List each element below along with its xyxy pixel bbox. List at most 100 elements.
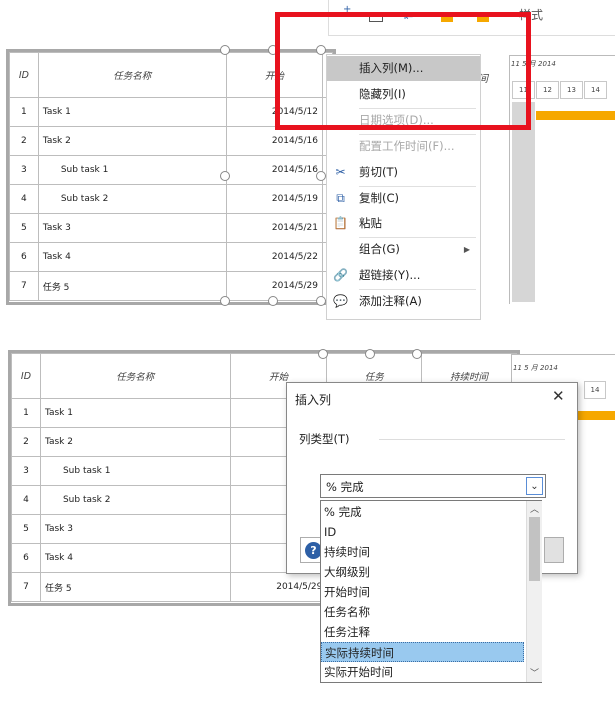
resize-handle[interactable] (412, 349, 422, 359)
cell-task-name[interactable]: Sub task 1 (37, 155, 227, 185)
table-row[interactable]: 6 Task 4 2014/5/22 (9, 242, 333, 272)
cell-task-name[interactable]: Task 4 (39, 543, 231, 573)
resize-handle[interactable] (365, 349, 375, 359)
header-id[interactable]: ID (9, 52, 39, 98)
copy-icon: ⧉ (336, 191, 345, 205)
menu-separator (359, 237, 476, 238)
cell-task-name[interactable]: Task 3 (39, 514, 231, 544)
context-menu-item[interactable]: 📋 粘贴 (327, 211, 480, 236)
cell-task-name[interactable]: Sub task 2 (37, 184, 227, 214)
dropdown-option[interactable]: 实际持续时间 (321, 642, 524, 662)
cell-id[interactable]: 1 (11, 398, 41, 428)
gantt-day: 14 (584, 81, 607, 99)
paste-icon: 📋 (333, 216, 348, 230)
dialog-button[interactable] (544, 537, 564, 563)
cell-start-date[interactable]: 2014/5/16 (225, 155, 324, 185)
cell-id[interactable]: 6 (9, 242, 39, 272)
cell-id[interactable]: 5 (9, 213, 39, 243)
context-menu-item-label: 组合(G) (359, 242, 400, 256)
cell-task-name[interactable]: Task 1 (37, 97, 227, 127)
context-menu-item[interactable]: 💬 添加注释(A) (327, 289, 480, 314)
context-menu-item-label: 超链接(Y)... (359, 268, 421, 282)
dropdown-option[interactable]: 持续时间 (321, 542, 524, 562)
resize-handle[interactable] (316, 171, 326, 181)
cell-start-date[interactable]: 2014/5/29 (229, 572, 328, 602)
context-menu-item-label: 配置工作时间(F)... (359, 139, 455, 153)
dropdown-option[interactable]: ID (321, 522, 524, 542)
cell-id[interactable]: 4 (11, 485, 41, 515)
table-row[interactable]: 4 Sub task 2 2014/5/19 (9, 184, 333, 214)
dropdown-option[interactable]: 任务注释 (321, 622, 524, 642)
context-menu-item[interactable]: 🔗 超链接(Y)... (327, 263, 480, 288)
context-menu-item-label: 粘贴 (359, 216, 382, 230)
context-menu-item[interactable]: ✂ 剪切(T) (327, 160, 480, 185)
cell-id[interactable]: 3 (11, 456, 41, 486)
menu-separator (359, 289, 476, 290)
cell-start-date[interactable]: 2014/5/19 (225, 184, 324, 214)
gantt-task-bar[interactable] (536, 111, 615, 120)
cell-id[interactable]: 7 (9, 271, 39, 301)
table-row[interactable]: 7 任务 5 2014/5/29 (9, 271, 333, 301)
scissors-icon: ✂ (335, 165, 346, 179)
table-row[interactable]: 3 Sub task 1 2014/5/16 (9, 155, 333, 185)
cell-start-date[interactable]: 2014/5/21 (225, 213, 324, 243)
gantt-weekend-column (512, 102, 535, 302)
cell-task-name[interactable]: Task 2 (37, 126, 227, 156)
cell-task-name[interactable]: Sub task 1 (39, 456, 231, 486)
menu-separator (359, 134, 476, 135)
header-task-name[interactable]: 任务名称 (39, 353, 231, 399)
resize-handle[interactable] (268, 296, 278, 306)
dropdown-option[interactable]: 实际开始时间 (321, 662, 524, 682)
gantt-day: 12 (536, 81, 559, 99)
cell-start-date[interactable]: 2014/5/16 (225, 126, 324, 156)
dropdown-option[interactable]: 开始时间 (321, 582, 524, 602)
dropdown-option[interactable]: 大纲级别 (321, 562, 524, 582)
table-row[interactable]: 2 Task 2 2014/5/16 (9, 126, 333, 156)
context-menu-item[interactable]: ⧉ 复制(C) (327, 186, 480, 211)
cell-id[interactable]: 5 (11, 514, 41, 544)
chevron-down-icon[interactable]: ⌄ (526, 477, 543, 495)
cell-id[interactable]: 2 (9, 126, 39, 156)
context-menu-item-label: 添加注释(A) (359, 294, 422, 308)
cell-task-name[interactable]: 任务 5 (37, 271, 227, 301)
scrollbar[interactable]: ︿ ﹀ (526, 501, 542, 682)
menu-separator (359, 186, 476, 187)
column-type-dropdown-list: ︿ ﹀ % 完成 ID 持续时间 大纲级别 开始时间 任务名称 任务注释 实际持续时间 实际开始… (320, 500, 542, 683)
cell-id[interactable]: 1 (9, 97, 39, 127)
resize-handle[interactable] (220, 45, 230, 55)
dropdown-option[interactable]: % 完成 (321, 502, 524, 522)
cell-start-date[interactable]: 2014/5/22 (225, 242, 324, 272)
gantt-task-bar[interactable] (578, 411, 615, 420)
submenu-arrow-icon: ▶ (463, 245, 470, 254)
resize-handle[interactable] (220, 171, 230, 181)
cell-id[interactable]: 6 (11, 543, 41, 573)
cell-id[interactable]: 2 (11, 427, 41, 457)
scroll-up-icon[interactable]: ︿ (530, 502, 539, 515)
comment-icon: 💬 (333, 294, 348, 308)
header-task-name[interactable]: 任务名称 (37, 52, 227, 98)
column-type-select[interactable]: % 完成 ⌄ (320, 474, 546, 498)
cell-id[interactable]: 7 (11, 572, 41, 602)
cell-task-name[interactable]: Task 1 (39, 398, 231, 428)
header-id[interactable]: ID (11, 353, 41, 399)
cell-id[interactable]: 4 (9, 184, 39, 214)
resize-handle[interactable] (316, 296, 326, 306)
context-menu-item[interactable]: 配置工作时间(F)... (327, 134, 480, 159)
cell-task-name[interactable]: Task 2 (39, 427, 231, 457)
dialog-title: 插入列 (295, 393, 332, 407)
context-menu-item-label: 剪切(T) (359, 165, 398, 179)
cell-task-name[interactable]: 任务 5 (39, 572, 231, 602)
scroll-thumb[interactable] (529, 517, 540, 581)
cell-task-name[interactable]: Task 4 (37, 242, 227, 272)
resize-handle[interactable] (220, 296, 230, 306)
cell-task-name[interactable]: Task 3 (37, 213, 227, 243)
close-icon[interactable]: ✕ (552, 387, 565, 405)
table-row[interactable]: 5 Task 3 2014/5/21 (9, 213, 333, 243)
cell-task-name[interactable]: Sub task 2 (39, 485, 231, 515)
hyperlink-icon: 🔗 (333, 268, 348, 282)
scroll-down-icon[interactable]: ﹀ (530, 666, 539, 679)
context-menu-item[interactable]: 组合(G) ▶ (327, 237, 480, 262)
cell-id[interactable]: 3 (9, 155, 39, 185)
resize-handle[interactable] (318, 349, 328, 359)
dropdown-option[interactable]: 任务名称 (321, 602, 524, 622)
